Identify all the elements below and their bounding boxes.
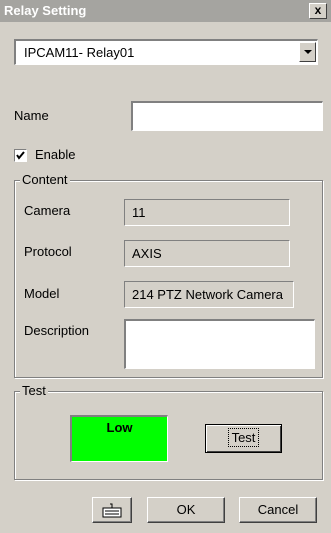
camera-field: 11 (124, 199, 290, 226)
test-legend: Test (20, 383, 48, 398)
chevron-down-icon (304, 50, 312, 54)
relay-select-value: IPCAM11- Relay01 (24, 45, 135, 60)
enable-checkbox[interactable] (14, 149, 27, 162)
relay-select[interactable]: IPCAM11- Relay01 (14, 39, 318, 65)
protocol-label: Protocol (24, 244, 72, 259)
enable-label: Enable (35, 147, 76, 162)
keyboard-button[interactable] (92, 497, 132, 523)
close-button[interactable]: x (309, 3, 327, 19)
content-legend: Content (20, 172, 70, 187)
checkmark-icon (16, 151, 25, 160)
title-bar: Relay Setting x (0, 0, 331, 22)
description-label: Description (24, 323, 90, 338)
relay-status-indicator: Low (70, 415, 168, 462)
dropdown-arrow-button[interactable] (299, 42, 316, 62)
model-field: 214 PTZ Network Camera (124, 281, 294, 308)
name-input[interactable] (131, 101, 323, 131)
model-label: Model (24, 286, 60, 301)
name-label: Name (14, 108, 49, 123)
description-input[interactable] (124, 319, 315, 369)
window-title: Relay Setting (4, 3, 87, 18)
camera-label: Camera (24, 203, 71, 218)
test-button-label: Test (227, 428, 260, 447)
protocol-field: AXIS (124, 240, 290, 267)
test-button[interactable]: Test (205, 424, 282, 453)
cancel-button[interactable]: Cancel (239, 497, 317, 523)
ok-button[interactable]: OK (147, 497, 225, 523)
keyboard-icon (102, 503, 122, 518)
